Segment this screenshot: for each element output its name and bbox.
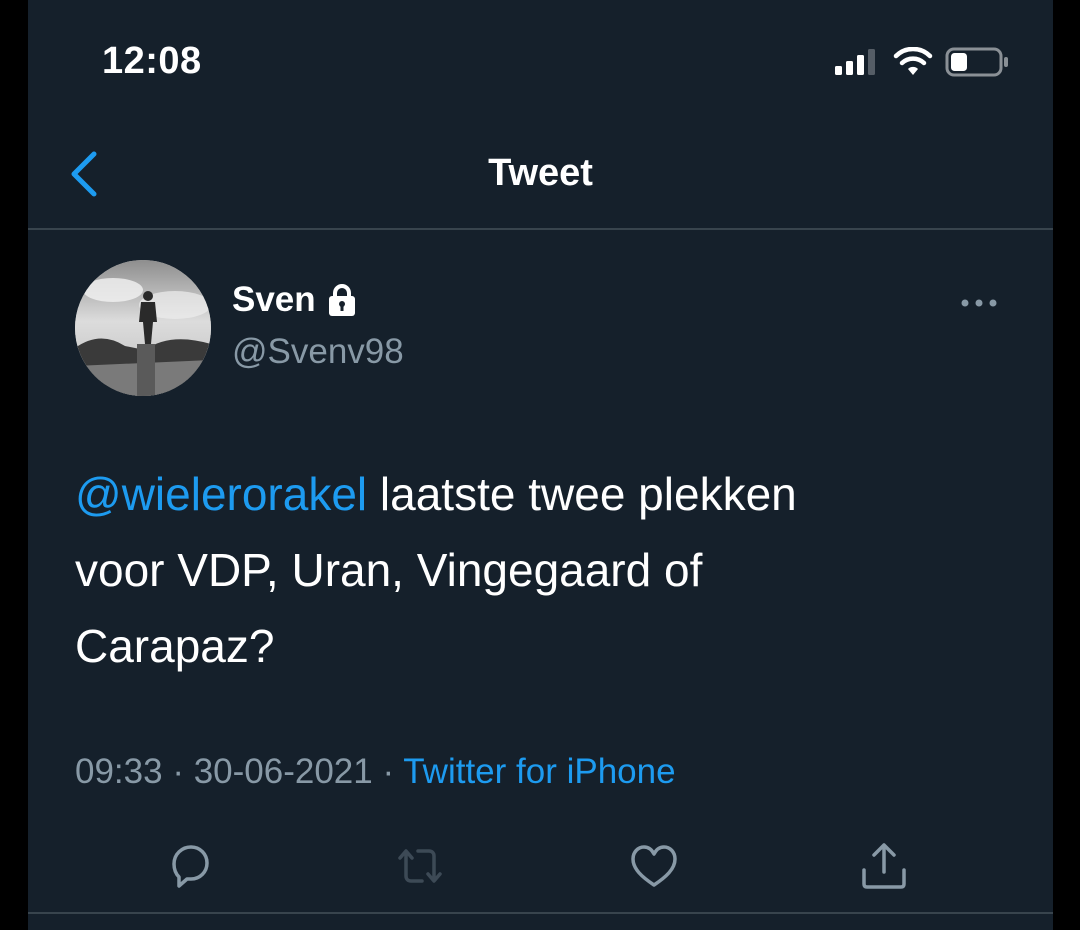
lock-icon: [328, 284, 355, 316]
like-icon: [631, 845, 677, 887]
retweet-button[interactable]: [390, 836, 450, 896]
status-bar: 12:08: [28, 0, 1053, 120]
tweet-time: 09:33: [75, 752, 163, 791]
like-button[interactable]: [624, 836, 684, 896]
tweet-screen: 12:08 Tweet Sven @Svenv98 @wielerorakel …: [28, 0, 1053, 930]
share-button[interactable]: [854, 836, 914, 896]
more-options-button[interactable]: [957, 288, 1001, 318]
cellular-signal-icon: [835, 49, 875, 75]
mention-link[interactable]: @wielerorakel: [75, 468, 367, 520]
avatar-photo: [75, 260, 211, 396]
ellipsis-icon: [961, 299, 997, 307]
reply-button[interactable]: [160, 836, 220, 896]
avatar[interactable]: [75, 260, 211, 396]
status-icons: [835, 44, 1009, 80]
tweet-source-link[interactable]: Twitter for iPhone: [403, 752, 675, 791]
reply-icon: [172, 845, 209, 888]
navigation-bar: Tweet: [28, 120, 1053, 230]
divider: [28, 912, 1053, 914]
tweet-text-line-3: Carapaz?: [75, 620, 275, 672]
page-title: Tweet: [488, 152, 593, 194]
tweet-actions: [28, 836, 1053, 896]
tweet-line-1: @wielerorakel laatste twee plekken: [75, 456, 975, 532]
wifi-icon: [893, 47, 933, 75]
tweet-metadata: 09:33 · 30-06-2021 · Twitter for iPhone: [75, 752, 676, 792]
battery-icon: [945, 47, 1008, 77]
tweet-text: @wielerorakel laatste twee plekken voor …: [75, 456, 975, 684]
meta-separator: ·: [372, 752, 404, 791]
share-icon: [862, 843, 906, 889]
author-name-row[interactable]: Sven: [232, 280, 358, 320]
tweet-text-line-2: voor VDP, Uran, Vingegaard of: [75, 544, 703, 596]
tweet-text-line-1: laatste twee plekken: [367, 468, 797, 520]
status-time: 12:08: [102, 40, 202, 82]
tweet-date: 30-06-2021: [193, 752, 373, 791]
meta-separator: ·: [162, 752, 194, 791]
retweet-icon: [398, 849, 442, 883]
author-handle[interactable]: @Svenv98: [232, 332, 404, 372]
author-name: Sven: [232, 280, 316, 319]
